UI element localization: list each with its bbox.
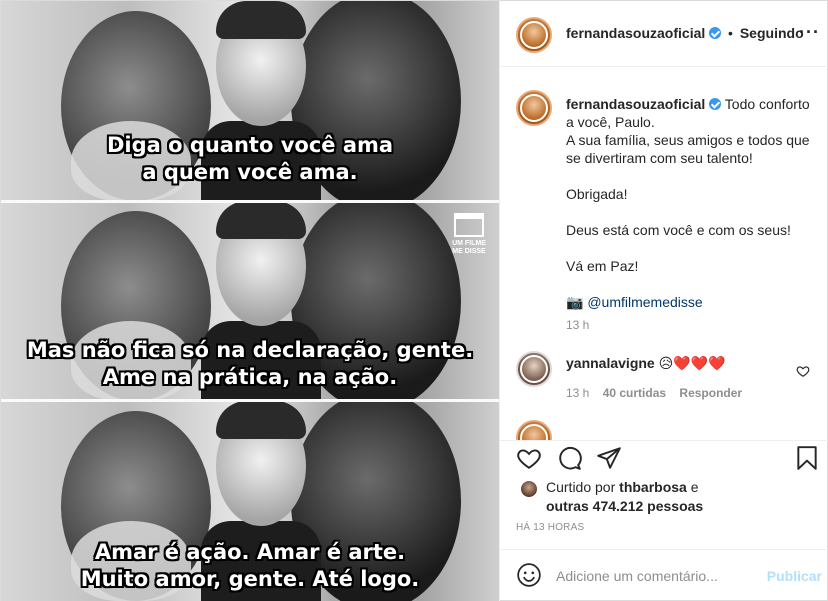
- verified-icon: [709, 98, 722, 110]
- like-heart-icon[interactable]: [516, 445, 542, 471]
- comment-like-heart-icon[interactable]: [796, 364, 810, 378]
- caption-username[interactable]: fernandasouzaoficial: [566, 96, 705, 112]
- others-likes-link[interactable]: outras 474.212 pessoas: [546, 498, 703, 514]
- caption-line: A sua família, seus amigos e todos que s…: [566, 132, 810, 166]
- comment-input[interactable]: Adicione um comentário...: [556, 568, 718, 584]
- publish-button[interactable]: Publicar: [767, 568, 822, 584]
- post-sidebar: fernandasouzaoficial • Seguindo ··· fern…: [499, 1, 828, 601]
- bookmark-icon[interactable]: [794, 445, 820, 471]
- commenter-avatar[interactable]: [516, 351, 552, 387]
- subtitle-3: Amar é ação. Amar é arte. Muito amor, ge…: [80, 540, 420, 591]
- username-link[interactable]: fernandasouzaoficial: [566, 25, 705, 41]
- comment-timestamp[interactable]: 13 h: [566, 386, 589, 400]
- add-comment-bar: Adicione um comentário... Publicar: [500, 549, 828, 601]
- caption-line: Vá em Paz!: [566, 258, 639, 274]
- header-user: fernandasouzaoficial • Seguindo: [566, 25, 804, 41]
- comments-list[interactable]: fernandasouzaoficial Todo conforto a voc…: [500, 68, 828, 440]
- subtitle-1: Diga o quanto você ama a quem você ama.: [106, 133, 394, 184]
- instagram-post: UM FILME ME DISSE Diga o quanto você ama…: [0, 0, 828, 601]
- camera-icon: 📷: [566, 294, 584, 310]
- likes-conj: e: [690, 479, 699, 495]
- comment-icon[interactable]: [556, 445, 582, 471]
- comment-likes[interactable]: 40 curtidas: [603, 386, 666, 400]
- emoji-icon[interactable]: [516, 562, 542, 588]
- post-time[interactable]: HÁ 13 HORAS: [516, 522, 584, 533]
- watermark-logo: UM FILME ME DISSE: [447, 213, 491, 269]
- commenter-avatar[interactable]: [516, 420, 552, 440]
- comment-meta: 13 h 40 curtidas Responder: [566, 386, 752, 400]
- mention-link[interactable]: @umfilmemedisse: [587, 294, 702, 310]
- following-button[interactable]: Seguindo: [740, 25, 804, 41]
- post-caption: fernandasouzaoficial Todo conforto a voc…: [566, 95, 818, 311]
- post-media[interactable]: UM FILME ME DISSE Diga o quanto você ama…: [1, 1, 499, 601]
- caption-line: Deus está com você e com os seus!: [566, 222, 791, 238]
- avatar[interactable]: [516, 90, 552, 126]
- likes-summary: Curtido por thbarbosa e outras 474.212 p…: [546, 478, 816, 516]
- liker-avatar[interactable]: [520, 480, 538, 498]
- post-header: fernandasouzaoficial • Seguindo ···: [500, 1, 828, 67]
- post-actions: Curtido por thbarbosa e outras 474.212 p…: [500, 440, 828, 601]
- reply-button[interactable]: Responder: [679, 386, 742, 400]
- comment-username[interactable]: yannalavigne: [566, 355, 655, 371]
- more-options-icon[interactable]: ···: [799, 22, 820, 43]
- avatar[interactable]: [516, 17, 552, 53]
- comment-text: 😥❤️❤️❤️: [658, 355, 726, 371]
- likes-prefix: Curtido por: [546, 479, 616, 495]
- subtitle-2: Mas não fica só na declaração, gente. Am…: [26, 338, 474, 389]
- caption-line: Obrigada!: [566, 186, 628, 202]
- separator-dot: •: [728, 25, 733, 41]
- verified-icon: [709, 27, 722, 39]
- share-icon[interactable]: [596, 445, 622, 471]
- liker-username[interactable]: thbarbosa: [619, 479, 687, 495]
- comment: yannalavigne 😥❤️❤️❤️: [566, 355, 725, 372]
- caption-timestamp[interactable]: 13 h: [566, 318, 589, 332]
